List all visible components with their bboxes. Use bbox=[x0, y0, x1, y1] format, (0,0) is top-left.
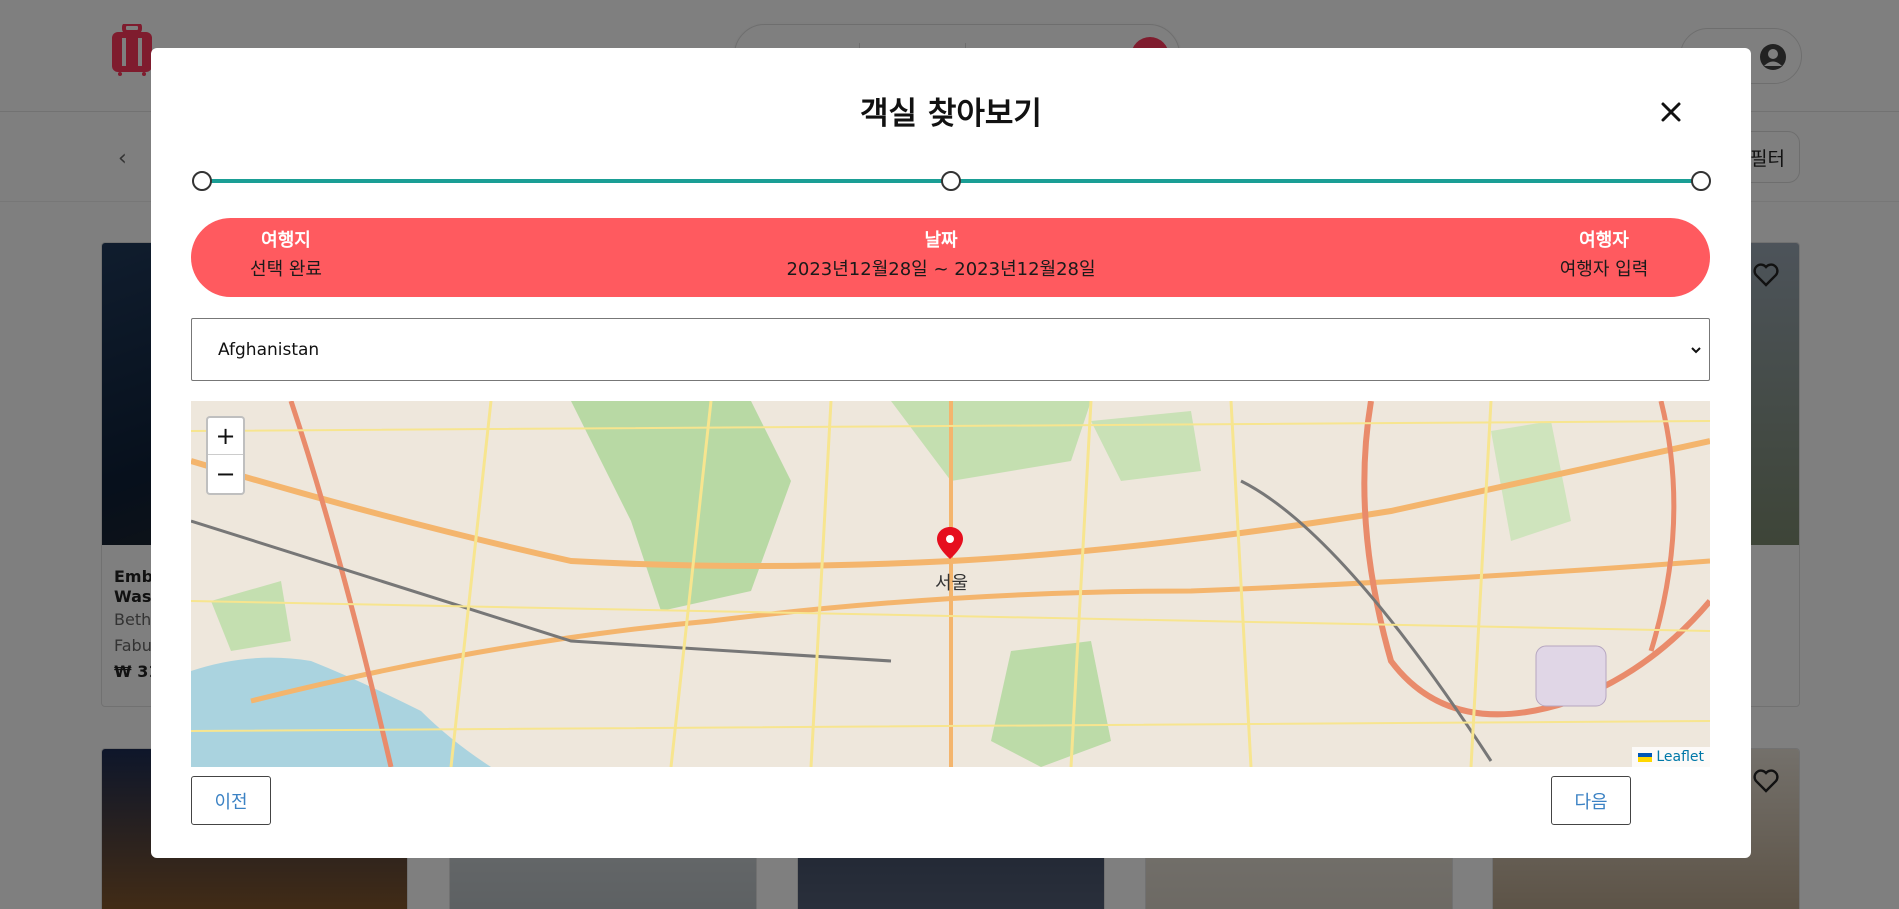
map-zoom-control: + − bbox=[206, 416, 245, 495]
step-value: 2023년12월28일 ~ 2023년12월28일 bbox=[786, 259, 1096, 280]
chevron-down-icon bbox=[1691, 347, 1701, 354]
close-icon[interactable] bbox=[1653, 94, 1689, 130]
step-label: 날짜 bbox=[924, 230, 958, 251]
ukraine-flag-icon bbox=[1638, 752, 1653, 762]
step-label: 여행지 bbox=[261, 230, 311, 251]
step-progress-bar bbox=[192, 169, 1712, 193]
progress-dot-dates[interactable] bbox=[941, 171, 961, 191]
leaflet-link[interactable]: Leaflet bbox=[1656, 749, 1704, 765]
next-button[interactable]: 다음 bbox=[1551, 776, 1631, 825]
progress-dot-destination[interactable] bbox=[192, 171, 212, 191]
country-select[interactable]: Afghanistan bbox=[191, 318, 1710, 381]
step-value: 선택 완료 bbox=[250, 259, 322, 280]
prev-button[interactable]: 이전 bbox=[191, 776, 271, 825]
country-select-value: Afghanistan bbox=[218, 339, 320, 360]
room-search-modal: 객실 찾아보기 여행지 선택 완료 날짜 2023년12월28일 ~ 2023년… bbox=[151, 48, 1751, 858]
step-travelers[interactable]: 여행자 여행자 입력 bbox=[1549, 228, 1659, 286]
map-center-label: 서울 bbox=[935, 573, 969, 594]
step-summary-bar: 여행지 선택 완료 날짜 2023년12월28일 ~ 2023년12월28일 여… bbox=[191, 218, 1710, 297]
zoom-out-button[interactable]: − bbox=[208, 455, 243, 492]
progress-dot-travelers[interactable] bbox=[1691, 171, 1711, 191]
map-attribution: Leaflet bbox=[1632, 747, 1710, 767]
modal-title: 객실 찾아보기 bbox=[860, 96, 1042, 132]
zoom-in-button[interactable]: + bbox=[208, 418, 243, 455]
map-view[interactable]: 서울 + − Leaflet bbox=[191, 401, 1710, 767]
step-dates[interactable]: 날짜 2023년12월28일 ~ 2023년12월28일 bbox=[751, 228, 1131, 286]
step-value: 여행자 입력 bbox=[1559, 259, 1649, 280]
step-destination[interactable]: 여행지 선택 완료 bbox=[231, 228, 341, 286]
step-label: 여행자 bbox=[1579, 230, 1629, 251]
